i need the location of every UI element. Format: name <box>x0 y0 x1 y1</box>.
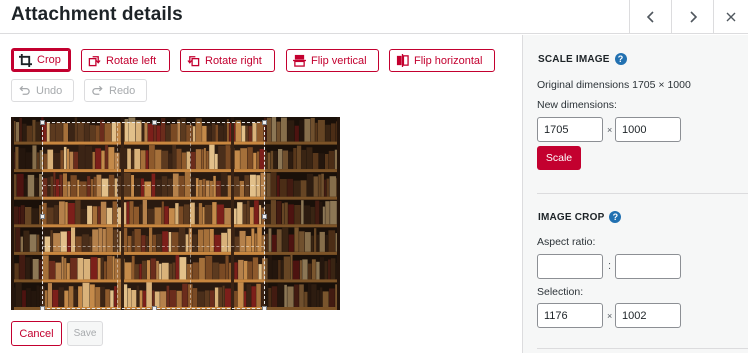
times-symbol: × <box>607 125 613 135</box>
undo-button[interactable]: Undo <box>11 79 74 102</box>
scale-height-input[interactable]: 1000 <box>615 117 681 142</box>
chevron-right-icon <box>689 11 697 23</box>
page-title: Attachment details <box>11 4 183 25</box>
divider <box>537 348 748 349</box>
selection-label: Selection: <box>537 286 584 298</box>
selection-width-input[interactable]: 1176 <box>537 303 603 328</box>
scale-button[interactable]: Scale <box>537 146 581 170</box>
cancel-button[interactable]: Cancel <box>11 321 62 346</box>
chevron-left-icon <box>646 11 654 23</box>
rotate-right-button[interactable]: Rotate right <box>180 49 275 72</box>
help-icon[interactable]: ? <box>609 211 622 223</box>
flip-vertical-label: Flip vertical <box>311 54 367 67</box>
close-button[interactable] <box>713 0 748 34</box>
image-crop-title: IMAGE CROP <box>538 211 605 223</box>
aspect-width-input[interactable] <box>537 254 603 279</box>
scale-width-input[interactable]: 1705 <box>537 117 603 142</box>
image-crop-heading: IMAGE CROP ? <box>538 211 622 223</box>
flip-horizontal-label: Flip horizontal <box>414 54 483 67</box>
modal-header: Attachment details <box>0 0 748 34</box>
redo-label: Redo <box>109 84 136 97</box>
next-button[interactable] <box>671 0 713 34</box>
close-icon <box>726 12 736 22</box>
new-dimensions-label: New dimensions: <box>537 99 617 111</box>
flip-horizontal-button[interactable]: Flip horizontal <box>389 49 495 72</box>
colon-symbol: : <box>608 260 612 272</box>
divider <box>537 193 748 194</box>
image-settings-sidebar: SCALE IMAGE ? Original dimensions 1705 ×… <box>522 35 748 353</box>
redo-icon <box>92 85 103 95</box>
rotate-left-icon <box>88 56 101 67</box>
bookshelf-photo <box>11 117 340 310</box>
image-preview[interactable] <box>11 117 340 310</box>
scale-image-heading: SCALE IMAGE ? <box>538 53 627 65</box>
rotate-left-button[interactable]: Rotate left <box>81 49 170 72</box>
times-symbol: × <box>607 311 613 321</box>
rotate-right-icon <box>187 56 200 67</box>
rotate-left-label: Rotate left <box>106 54 157 67</box>
undo-icon <box>19 85 30 95</box>
rotate-right-label: Rotate right <box>205 54 262 67</box>
flip-horizontal-icon <box>396 54 409 67</box>
redo-button[interactable]: Redo <box>84 79 147 102</box>
selection-height-input[interactable]: 1002 <box>615 303 681 328</box>
crop-icon <box>19 53 32 67</box>
previous-button[interactable] <box>629 0 671 34</box>
crop-button[interactable]: Crop <box>11 48 71 72</box>
crop-label: Crop <box>37 54 61 66</box>
original-dimensions: Original dimensions 1705 × 1000 <box>537 79 691 91</box>
help-icon[interactable]: ? <box>614 53 627 65</box>
save-button[interactable]: Save <box>67 321 103 346</box>
undo-label: Undo <box>36 84 63 97</box>
flip-vertical-button[interactable]: Flip vertical <box>286 49 379 72</box>
scale-image-title: SCALE IMAGE <box>538 53 610 65</box>
aspect-height-input[interactable] <box>615 254 681 279</box>
flip-vertical-icon <box>293 54 306 67</box>
aspect-ratio-label: Aspect ratio: <box>537 236 596 248</box>
